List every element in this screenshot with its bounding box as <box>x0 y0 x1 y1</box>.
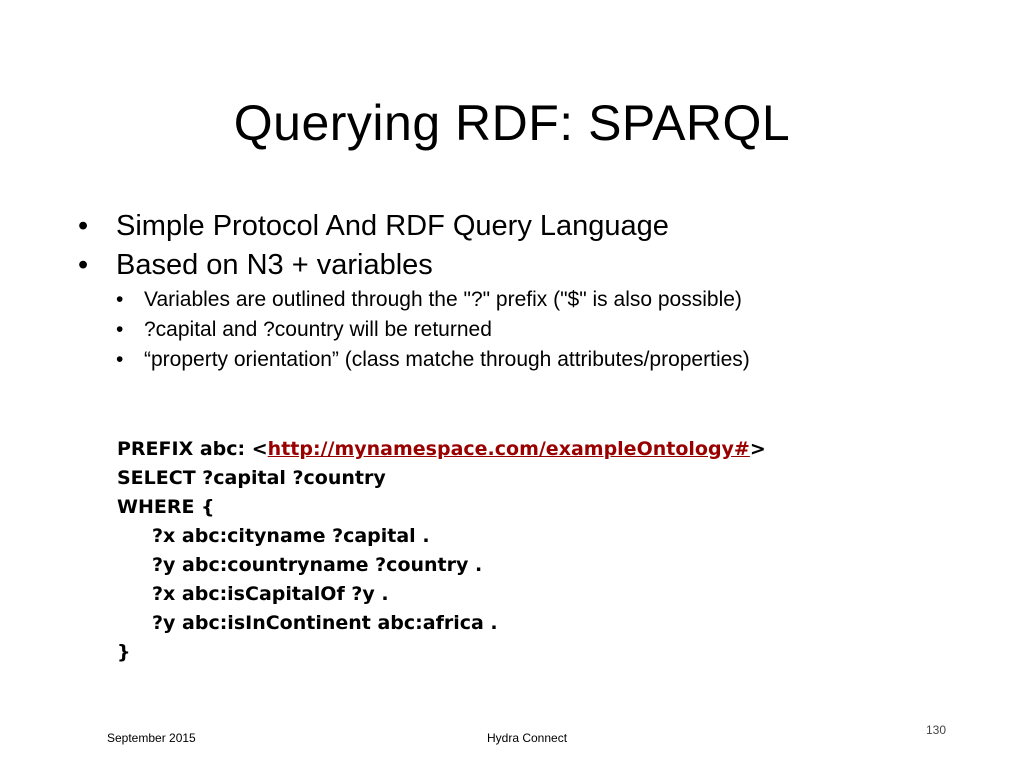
bullet-text: Based on N3 + variables <box>116 249 433 281</box>
sub-bullet-item: “property orientation” (class matche thr… <box>116 345 978 375</box>
triple-line: ?y abc:countryname ?country . <box>152 554 483 576</box>
triple-line: ?x abc:isCapitalOf ?y . <box>152 583 389 605</box>
select-line: SELECT ?capital ?country <box>117 467 386 489</box>
sub-bullet-item: Variables are outlined through the "?" p… <box>116 285 978 315</box>
namespace-link[interactable]: http://mynamespace.com/exampleOntology# <box>268 438 750 460</box>
sparql-query-block: PREFIX abc: <http://mynamespace.com/exam… <box>117 435 917 667</box>
prefix-line: PREFIX abc: <http://mynamespace.com/exam… <box>117 435 917 464</box>
bullet-item: Simple Protocol And RDF Query Language <box>78 207 978 246</box>
triple-line: ?x abc:cityname ?capital . <box>152 525 430 547</box>
where-close-line: } <box>117 641 131 663</box>
prefix-label: PREFIX abc: < <box>117 438 268 460</box>
footer-date: September 2015 <box>107 731 196 745</box>
slide-title: Querying RDF: SPARQL <box>233 95 791 151</box>
sub-bullet-list: Variables are outlined through the "?" p… <box>116 285 978 375</box>
bullet-item: Based on N3 + variables Variables are ou… <box>78 246 978 375</box>
page-number: 130 <box>926 723 947 737</box>
slide: Querying RDF: SPARQL Simple Protocol And… <box>0 0 1024 768</box>
bullet-list: Simple Protocol And RDF Query Language B… <box>78 207 978 375</box>
footer-event: Hydra Connect <box>487 731 568 745</box>
triple-line: ?y abc:isInContinent abc:africa . <box>152 612 498 634</box>
prefix-close: > <box>749 438 766 460</box>
where-open-line: WHERE { <box>117 496 215 518</box>
sub-bullet-item: ?capital and ?country will be returned <box>116 315 978 345</box>
